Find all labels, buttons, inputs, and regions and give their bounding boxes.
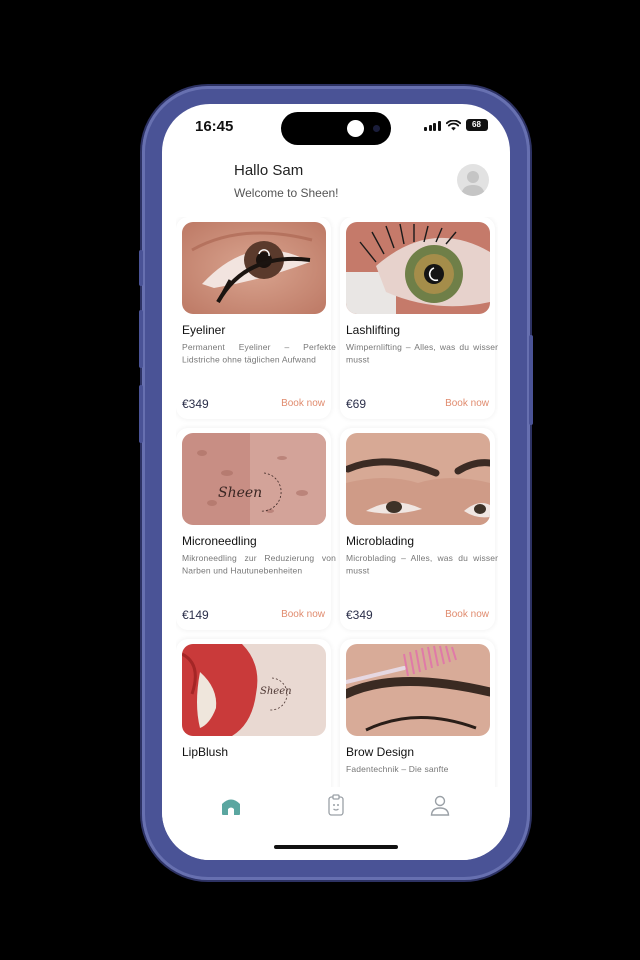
book-now-link[interactable]: Book now [445,398,489,409]
eyeliner-photo [182,222,326,314]
brow-design-photo [346,644,490,736]
service-description: Fadentechnik – Die sanfte [346,764,449,775]
volume-up-button [139,310,143,368]
service-description: Microblading – Alles, was du wissen muss… [346,553,498,576]
status-bar: 16:45 68 [162,104,510,150]
tab-profile[interactable] [428,793,452,817]
microneedling-photo: Sheen [182,433,326,525]
user-avatar-icon [461,171,485,196]
service-grid: Eyeliner Permanent Eyeliner – Perfekte L… [176,217,498,787]
service-price: €349 [346,608,373,622]
profile-icon [430,795,450,816]
status-time: 16:45 [195,118,234,135]
battery-icon: 68 [465,119,488,131]
wifi-icon [445,119,461,130]
service-card-lashlifting[interactable]: Lashlifting Wimpernlifting – Alles, was … [340,217,498,419]
dynamic-island [281,112,391,145]
service-price: €149 [182,608,209,622]
status-icons: 68 [424,119,488,131]
lashlifting-photo [346,222,490,314]
service-price: €69 [346,397,367,411]
tab-home[interactable] [219,793,243,817]
clipboard-icon [328,794,344,816]
action-button [139,250,143,286]
home-icon [222,799,240,815]
microblading-photo [346,433,490,525]
service-title: LipBlush [182,745,229,759]
avatar[interactable] [457,164,489,196]
power-button [529,335,533,425]
service-title: Microblading [346,534,415,548]
greeting-title: Hallo Sam [234,162,304,179]
greeting: Hallo Sam Welcome to Sheen! [234,162,339,200]
tab-appointments[interactable] [324,793,348,817]
watermark-text: Sheen [218,485,262,501]
book-now-link[interactable]: Book now [281,609,325,620]
service-card-eyeliner[interactable]: Eyeliner Permanent Eyeliner – Perfekte L… [176,217,336,419]
service-card-brow-design[interactable]: Brow Design Fadentechnik – Die sanfte [340,639,495,787]
signal-icon [424,120,441,131]
service-card-lipblush[interactable]: Sheen LipBlush [176,639,331,787]
service-card-microblading[interactable]: Microblading Microblading – Alles, was d… [340,428,498,630]
phone-screen: 16:45 68 Hallo Sam Welcome to Sheen! Eye… [162,104,510,860]
book-now-link[interactable]: Book now [281,398,325,409]
service-title: Lashlifting [346,323,401,337]
service-title: Brow Design [346,745,415,759]
service-title: Eyeliner [182,323,226,337]
service-description: Permanent Eyeliner – Perfekte Lidstriche… [182,342,336,365]
volume-down-button [139,385,143,443]
service-price: €349 [182,397,209,411]
sensor-dot [373,125,380,132]
service-description: Mikroneedling zur Reduzierung von Narben… [182,553,336,576]
tab-bar [162,787,510,860]
book-now-link[interactable]: Book now [445,609,489,620]
service-title: Microneedling [182,534,257,548]
battery-level: 68 [472,120,481,129]
home-indicator[interactable] [274,845,398,849]
service-card-microneedling[interactable]: Sheen Microneedling Mikroneedling zur Re… [176,428,336,630]
lipblush-photo: Sheen [182,644,326,736]
service-description: Wimpernlifting – Alles, was du wissen mu… [346,342,498,365]
greeting-subtitle: Welcome to Sheen! [234,186,339,200]
camera-icon [347,120,364,137]
